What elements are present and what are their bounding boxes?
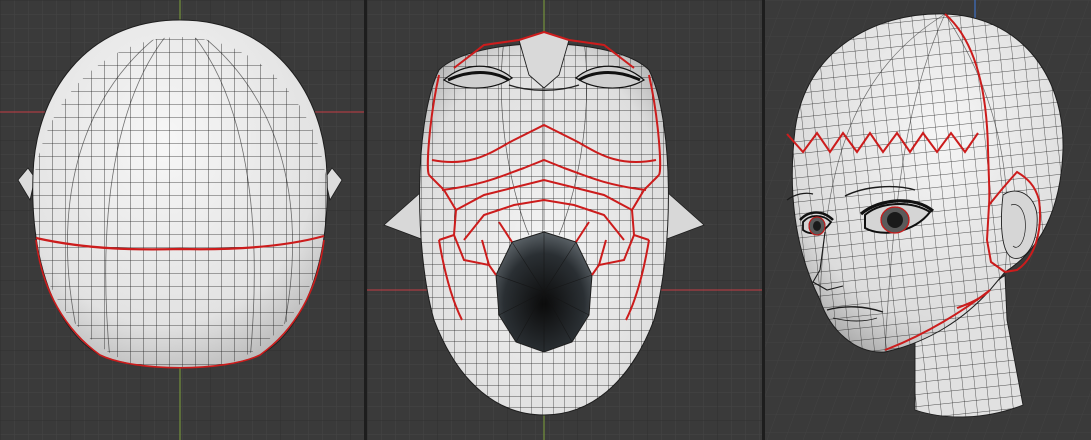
viewport-area [0,0,1091,440]
viewport-front-canvas[interactable] [367,0,762,440]
viewport-bottom[interactable] [0,0,364,440]
viewport-bottom-canvas[interactable] [0,0,364,440]
viewport-perspective-canvas[interactable] [765,0,1091,440]
viewport-perspective[interactable] [765,0,1091,440]
viewport-front[interactable] [367,0,762,440]
